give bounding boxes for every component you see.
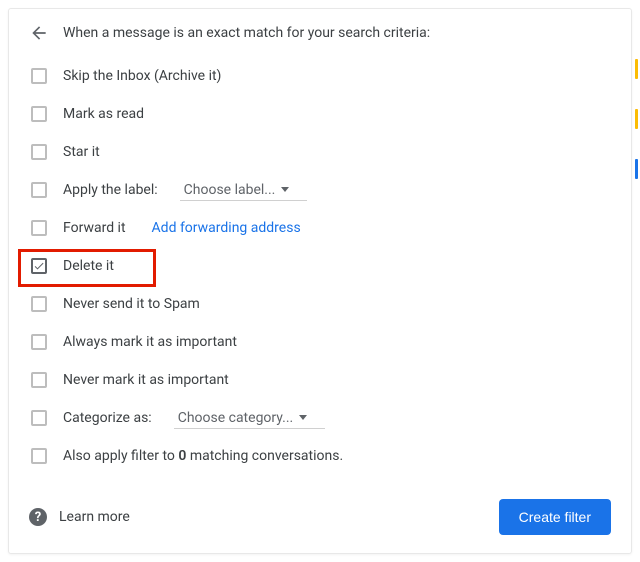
checkbox-mark-read[interactable] (31, 106, 47, 122)
option-skip-inbox: Skip the Inbox (Archive it) (29, 57, 611, 95)
select-label[interactable]: Choose label... (180, 180, 308, 201)
checkbox-skip-inbox[interactable] (31, 68, 47, 84)
back-arrow-icon[interactable] (29, 23, 49, 43)
option-never-important: Never mark it as important (29, 361, 611, 399)
option-categorize: Categorize as: Choose category... (29, 399, 611, 437)
filter-actions-panel: When a message is an exact match for you… (8, 8, 632, 554)
add-forwarding-link[interactable]: Add forwarding address (152, 220, 301, 236)
chevron-down-icon (299, 415, 307, 420)
label-categorize: Categorize as: (63, 410, 152, 426)
footer: ? Learn more Create filter (29, 499, 611, 535)
edge-stripe-2 (635, 109, 638, 129)
option-also-apply: Also apply filter to 0 matching conversa… (29, 437, 611, 475)
label-forward: Forward it (63, 220, 126, 236)
option-star: Star it (29, 133, 611, 171)
label-skip-inbox: Skip the Inbox (Archive it) (63, 68, 221, 84)
checkbox-never-important[interactable] (31, 372, 47, 388)
option-mark-read: Mark as read (29, 95, 611, 133)
header-row: When a message is an exact match for you… (29, 23, 611, 43)
checkbox-categorize[interactable] (31, 410, 47, 426)
checkbox-always-important[interactable] (31, 334, 47, 350)
label-delete: Delete it (63, 258, 114, 274)
edge-stripe-1 (635, 59, 638, 79)
help-icon: ? (29, 508, 47, 526)
label-also-apply: Also apply filter to 0 matching conversa… (63, 448, 343, 464)
option-never-spam: Never send it to Spam (29, 285, 611, 323)
option-apply-label: Apply the label: Choose label... (29, 171, 611, 209)
chevron-down-icon (281, 187, 289, 192)
checkbox-forward[interactable] (31, 220, 47, 236)
select-category[interactable]: Choose category... (174, 408, 326, 429)
option-delete: Delete it (29, 247, 611, 285)
option-always-important: Always mark it as important (29, 323, 611, 361)
select-label-text: Choose label... (184, 182, 276, 198)
learn-more-text: Learn more (59, 509, 130, 525)
label-always-important: Always mark it as important (63, 334, 237, 350)
header-text: When a message is an exact match for you… (63, 25, 430, 41)
checkbox-apply-label[interactable] (31, 182, 47, 198)
checkbox-also-apply[interactable] (31, 448, 47, 464)
edge-stripe-3 (635, 159, 638, 179)
label-never-spam: Never send it to Spam (63, 296, 200, 312)
option-forward: Forward it Add forwarding address (29, 209, 611, 247)
checkbox-star[interactable] (31, 144, 47, 160)
label-mark-read: Mark as read (63, 106, 144, 122)
label-never-important: Never mark it as important (63, 372, 229, 388)
create-filter-button[interactable]: Create filter (499, 499, 611, 535)
select-category-text: Choose category... (178, 410, 294, 426)
label-apply-label: Apply the label: (63, 182, 158, 198)
checkbox-delete[interactable] (31, 258, 47, 274)
checkbox-never-spam[interactable] (31, 296, 47, 312)
label-star: Star it (63, 144, 100, 160)
learn-more-link[interactable]: ? Learn more (29, 508, 130, 526)
